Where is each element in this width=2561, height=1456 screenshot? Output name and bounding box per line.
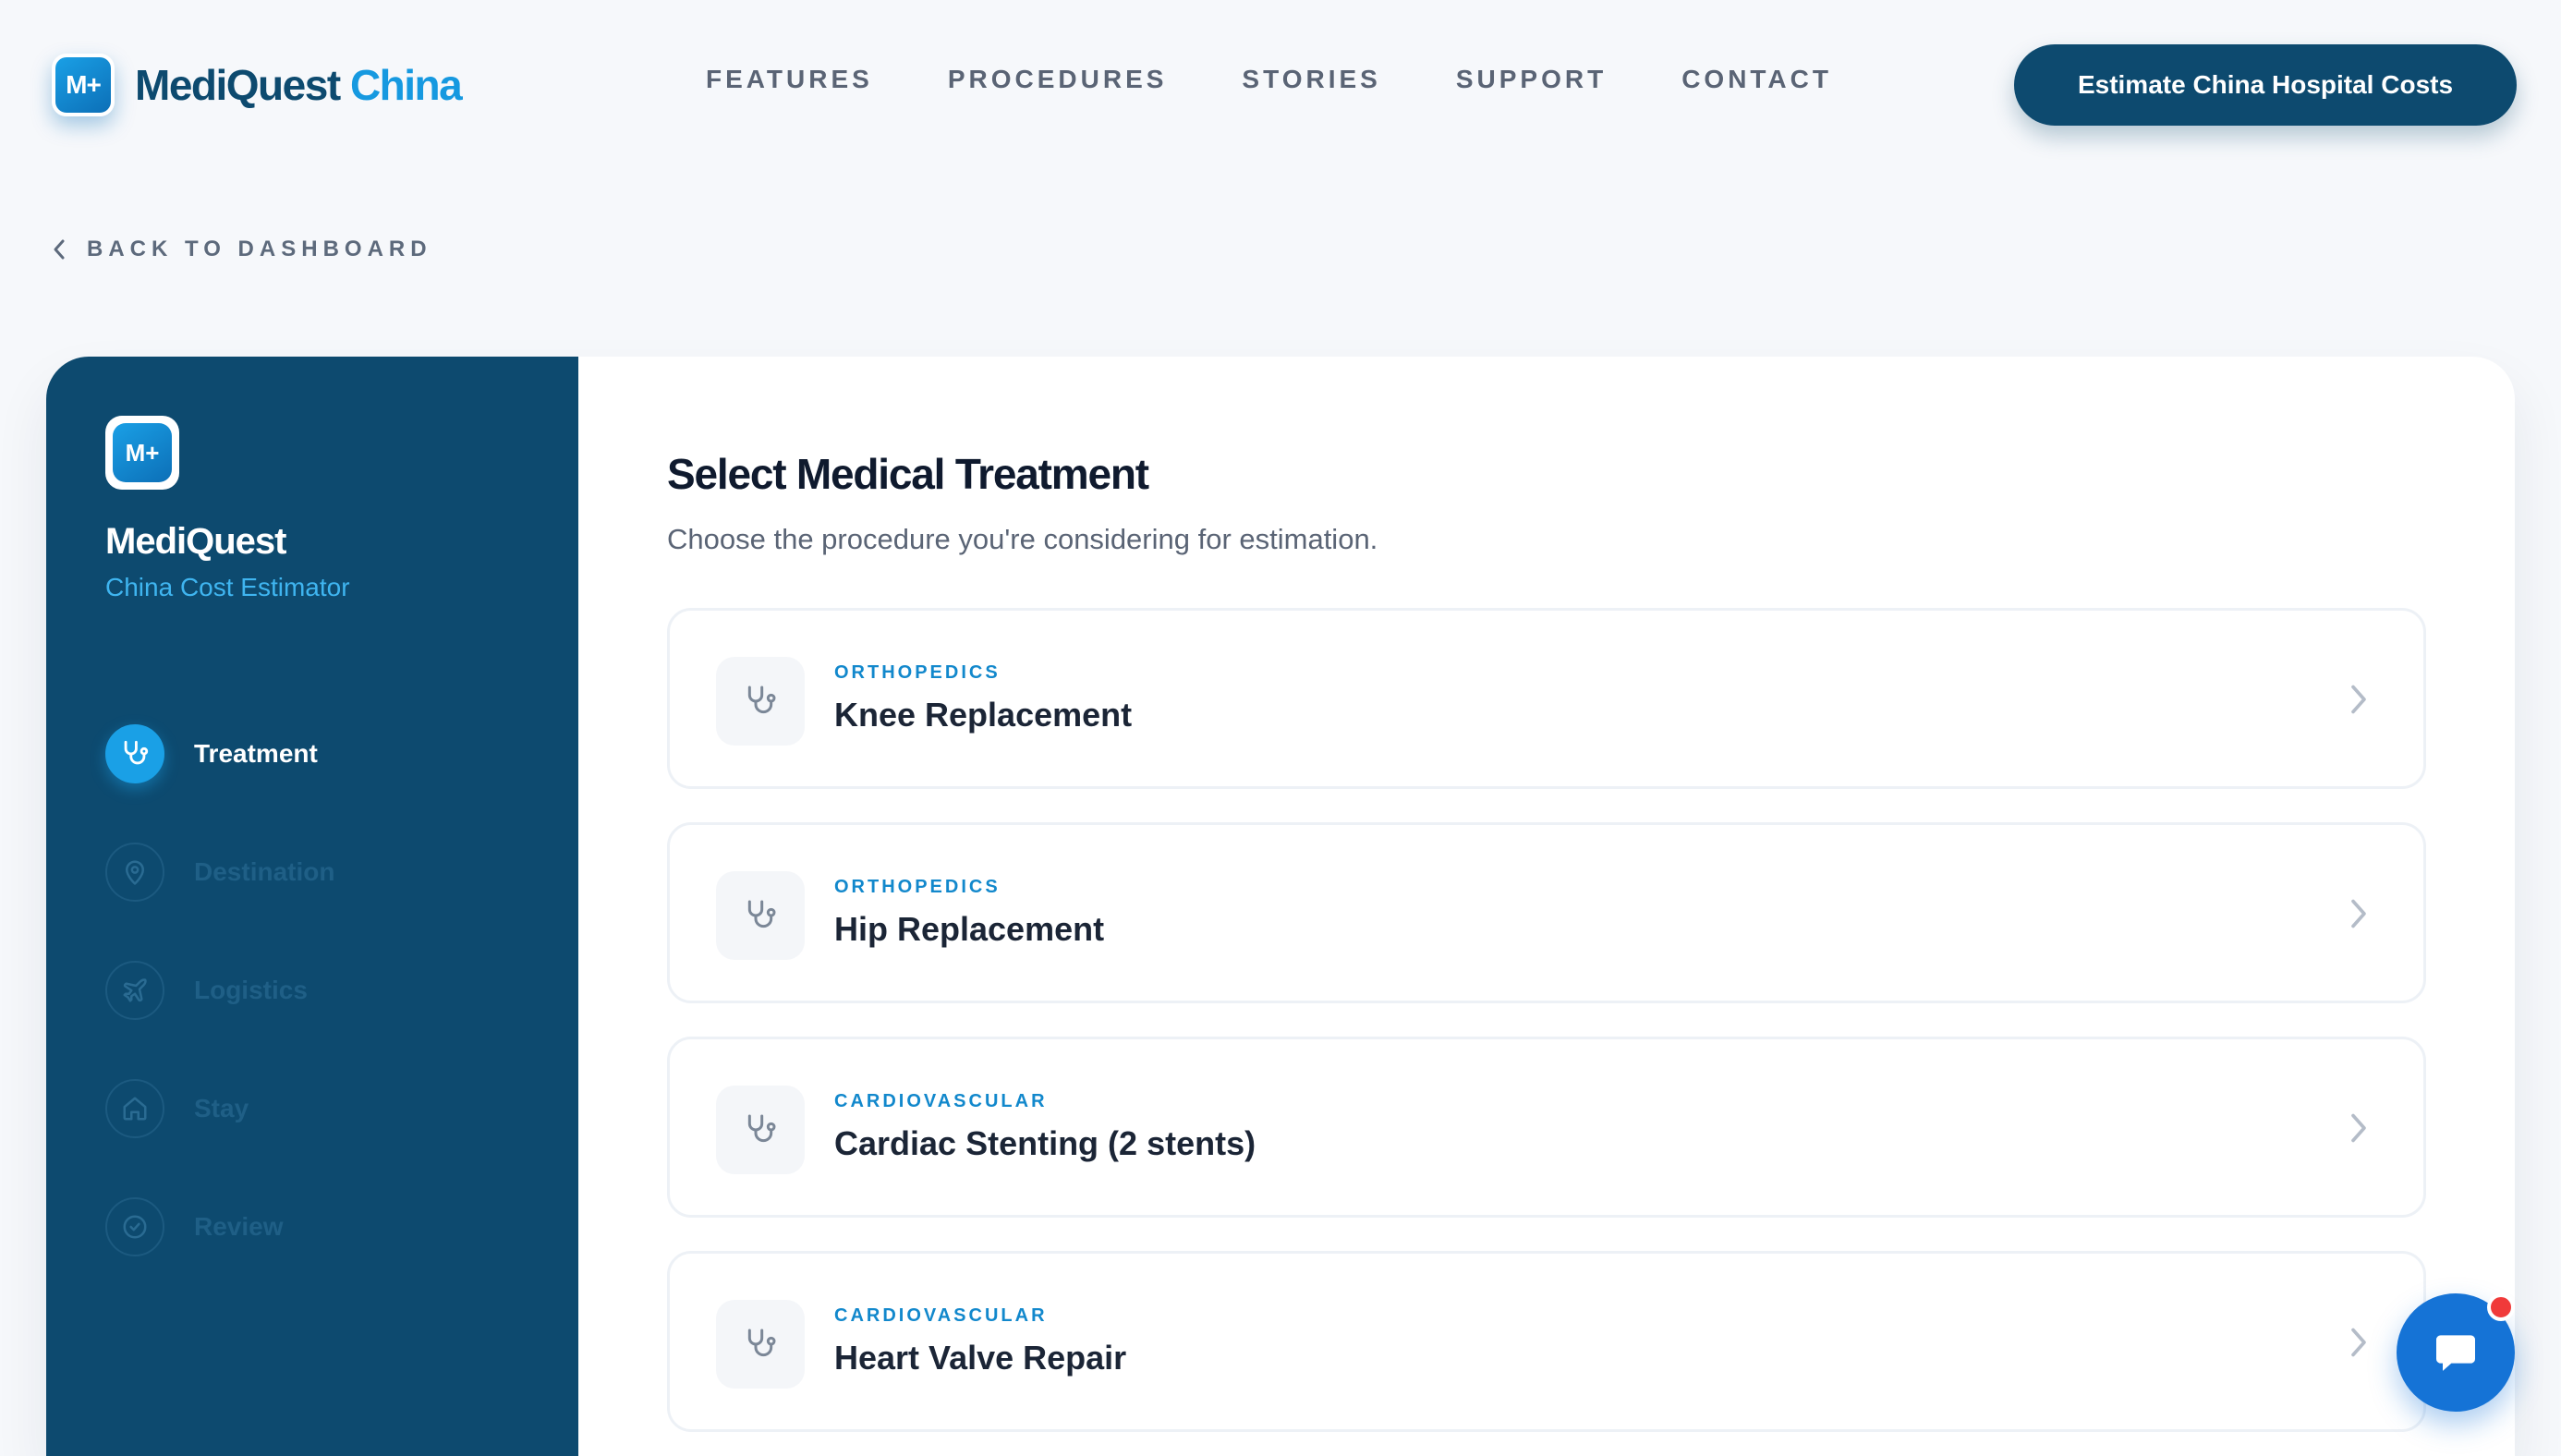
chevron-left-icon — [54, 239, 65, 260]
sidebar: M+ MediQuest China Cost Estimator Treatm… — [46, 357, 578, 1456]
chat-button[interactable] — [2397, 1293, 2515, 1412]
treatment-category: CARDIOVASCULAR — [834, 1305, 1048, 1326]
estimator-card: M+ MediQuest China Cost Estimator Treatm… — [46, 357, 2515, 1456]
step-label: Review — [194, 1212, 284, 1241]
brand-logo[interactable]: M+ MediQuest China — [52, 54, 463, 116]
main-nav: FEATURES PROCEDURES STORIES SUPPORT CONT… — [706, 65, 1907, 94]
step-stay[interactable]: Stay — [105, 1050, 334, 1168]
step-logistics[interactable]: Logistics — [105, 931, 334, 1050]
stethoscope-icon — [105, 724, 164, 783]
brand-name-primary: MediQuest — [135, 61, 341, 109]
logo-mark-icon: M+ — [52, 54, 115, 116]
step-label: Destination — [194, 857, 335, 886]
nav-contact[interactable]: CONTACT — [1681, 65, 1832, 94]
back-to-dashboard-link[interactable]: BACK TO DASHBOARD — [52, 237, 432, 262]
treatment-option-hip-replacement[interactable]: ORTHOPEDICS Hip Replacement — [667, 822, 2426, 1003]
treatment-category: ORTHOPEDICS — [834, 877, 1001, 897]
stethoscope-icon — [716, 871, 805, 960]
treatment-option-heart-valve-repair[interactable]: CARDIOVASCULAR Heart Valve Repair — [667, 1251, 2426, 1432]
step-label: Treatment — [194, 739, 318, 768]
chevron-right-icon — [2351, 899, 2366, 928]
back-link-label: BACK TO DASHBOARD — [87, 237, 432, 261]
brand-name: MediQuest China — [135, 60, 463, 110]
page-subtitle: Choose the procedure you're considering … — [667, 523, 1378, 555]
plane-icon — [105, 961, 164, 1020]
notification-dot — [2487, 1293, 2515, 1321]
step-label: Logistics — [194, 976, 308, 1004]
top-header: M+ MediQuest China FEATURES PROCEDURES S… — [0, 0, 2561, 170]
stethoscope-icon — [716, 657, 805, 746]
sidebar-logo: M+ — [105, 416, 179, 490]
home-icon — [105, 1079, 164, 1138]
estimate-costs-button[interactable]: Estimate China Hospital Costs — [2014, 44, 2517, 126]
step-review[interactable]: Review — [105, 1168, 334, 1286]
treatment-option-cardiac-stenting[interactable]: CARDIOVASCULAR Cardiac Stenting (2 stent… — [667, 1037, 2426, 1218]
chat-bubble-icon — [2436, 1335, 2475, 1371]
sidebar-title: MediQuest — [105, 521, 286, 562]
page-title: Select Medical Treatment — [667, 450, 1149, 498]
step-destination[interactable]: Destination — [105, 813, 334, 931]
treatment-name: Cardiac Stenting (2 stents) — [834, 1124, 1256, 1162]
stethoscope-icon — [716, 1300, 805, 1389]
map-pin-icon — [105, 843, 164, 902]
nav-support[interactable]: SUPPORT — [1456, 65, 1607, 94]
nav-procedures[interactable]: PROCEDURES — [948, 65, 1168, 94]
nav-features[interactable]: FEATURES — [706, 65, 873, 94]
treatment-category: CARDIOVASCULAR — [834, 1091, 1048, 1111]
treatment-name: Heart Valve Repair — [834, 1339, 1127, 1377]
treatment-name: Knee Replacement — [834, 696, 1133, 734]
check-circle-icon — [105, 1197, 164, 1256]
stethoscope-icon — [716, 1086, 805, 1174]
step-list: Treatment Destination Logistics Stay Rev… — [105, 695, 334, 1286]
treatment-list: ORTHOPEDICS Knee Replacement ORTHOPEDICS… — [667, 608, 2426, 1456]
treatment-option-knee-replacement[interactable]: ORTHOPEDICS Knee Replacement — [667, 608, 2426, 789]
step-label: Stay — [194, 1094, 249, 1122]
nav-stories[interactable]: STORIES — [1242, 65, 1380, 94]
brand-name-accent: China — [349, 61, 463, 109]
treatment-name: Hip Replacement — [834, 910, 1105, 948]
chevron-right-icon — [2351, 1328, 2366, 1357]
step-treatment[interactable]: Treatment — [105, 695, 334, 813]
sidebar-subtitle: China Cost Estimator — [105, 573, 350, 601]
chevron-right-icon — [2351, 685, 2366, 714]
sidebar-logo-mark-icon: M+ — [113, 423, 172, 482]
treatment-category: ORTHOPEDICS — [834, 662, 1001, 683]
chevron-right-icon — [2351, 1113, 2366, 1143]
